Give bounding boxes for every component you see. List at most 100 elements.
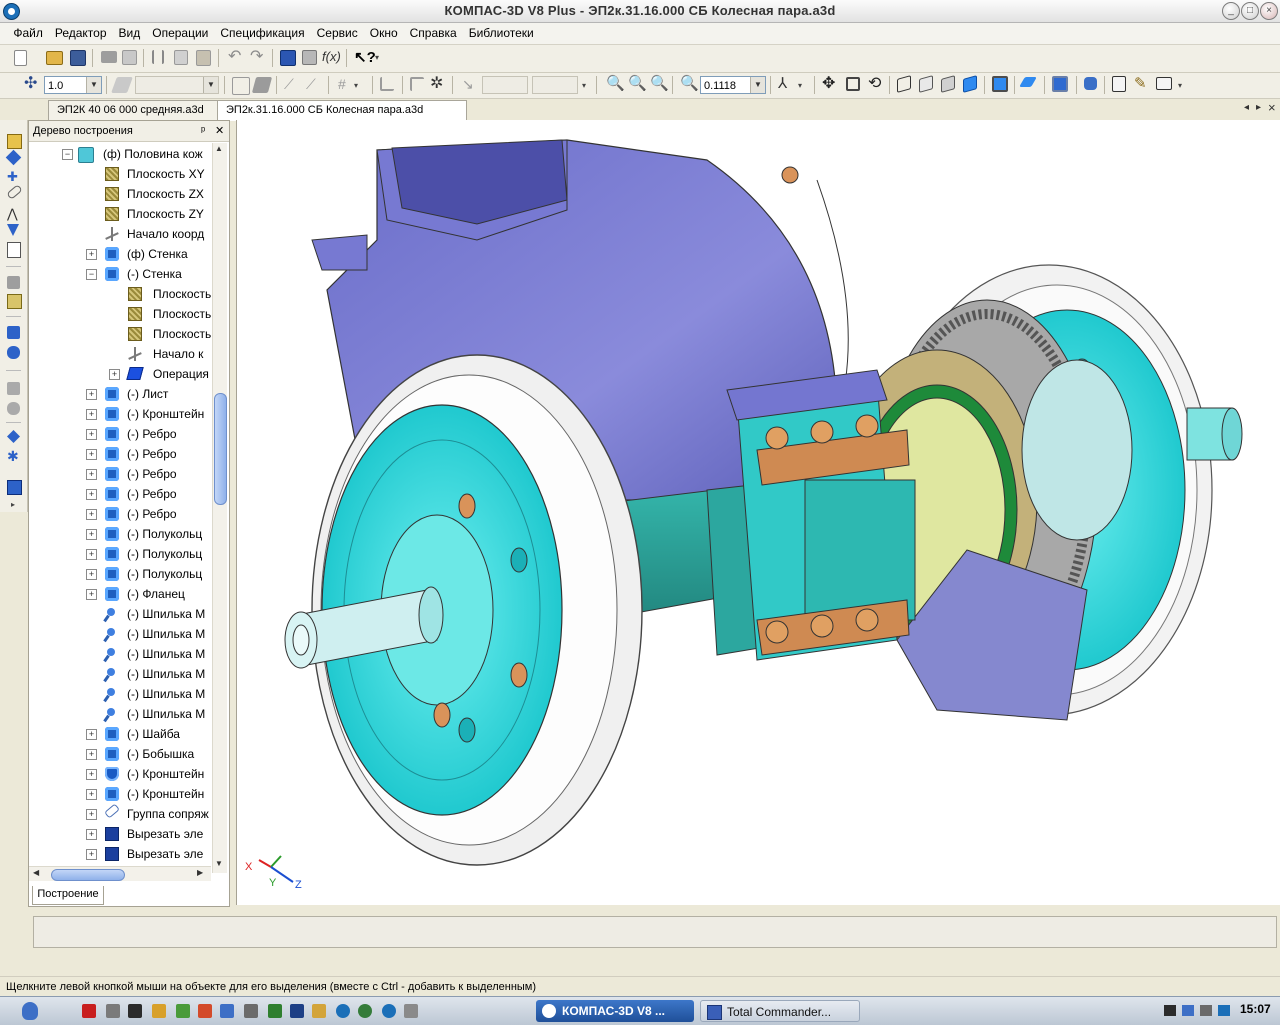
expand-icon[interactable]: + xyxy=(86,809,97,820)
chevron-down-icon[interactable]: ▾ xyxy=(354,81,361,97)
tree-item[interactable]: (-) Шпилька М xyxy=(29,664,212,684)
wheelset-model[interactable]: X Y Z xyxy=(237,120,1280,905)
tab-scroll-right-icon[interactable]: ▸ xyxy=(1256,102,1261,113)
expand-icon[interactable]: + xyxy=(86,849,97,860)
scroll-down-icon[interactable]: ▼ xyxy=(215,859,223,868)
tree-item[interactable]: + (-) Бобышка xyxy=(29,744,212,764)
chevron-down-icon[interactable]: ▼ xyxy=(86,77,101,93)
revolve-icon[interactable] xyxy=(7,346,20,359)
zoom-window-icon[interactable]: 🔍 xyxy=(606,76,625,92)
expand-icon[interactable]: + xyxy=(86,429,97,440)
layer-combo[interactable]: ▼ xyxy=(135,76,219,94)
edit-part-icon[interactable] xyxy=(7,134,22,149)
ortho-icon[interactable] xyxy=(410,77,424,91)
tree-item[interactable]: + (-) Кронштейн xyxy=(29,404,212,424)
expand-icon[interactable]: + xyxy=(86,249,97,260)
start-apple-icon[interactable] xyxy=(22,1002,38,1020)
show-all-icon[interactable] xyxy=(846,77,860,91)
tree-vertical-scrollbar[interactable]: ▲ ▼ xyxy=(212,143,227,873)
surface-icon[interactable] xyxy=(251,77,273,93)
expand-icon[interactable]: + xyxy=(86,549,97,560)
tree-item[interactable]: − (-) Стенка xyxy=(29,264,212,284)
paste-icon[interactable] xyxy=(196,50,211,66)
library-icon[interactable] xyxy=(7,480,22,495)
expand-icon[interactable]: + xyxy=(86,589,97,600)
chevron-down-icon[interactable]: ▼ xyxy=(750,77,765,93)
array-icon[interactable] xyxy=(7,382,20,395)
tree-item[interactable]: Начало коорд xyxy=(29,224,212,244)
extrude-icon[interactable] xyxy=(7,326,20,339)
save-icon[interactable] xyxy=(70,50,86,66)
sketch-icon[interactable]: ⋀ xyxy=(7,206,18,222)
fillet-icon[interactable] xyxy=(7,402,20,415)
tree-item[interactable]: + (-) Лист xyxy=(29,384,212,404)
coordinates-icon[interactable]: ↘ xyxy=(462,77,478,93)
zoom-combo[interactable]: 0.1118 ▼ xyxy=(700,76,766,94)
scroll-right-icon[interactable]: ▶ xyxy=(197,868,203,877)
toolbar-overflow-icon[interactable]: ▾ xyxy=(375,53,382,69)
redo-icon[interactable]: ↷ xyxy=(250,49,266,67)
pan-icon[interactable]: ✥ xyxy=(822,76,838,92)
expand-icon[interactable]: + xyxy=(86,569,97,580)
orientation-icon[interactable]: ⅄ xyxy=(778,76,794,92)
pencil-icon[interactable]: ✎ xyxy=(1134,76,1150,92)
tab-construction[interactable]: Построение xyxy=(32,886,104,905)
zoom-in-icon[interactable]: 🔍 xyxy=(628,76,647,92)
tree-item[interactable]: + (-) Ребро xyxy=(29,424,212,444)
tab-document-2[interactable]: ЭП2к.31.16.000 СБ Колесная пара.a3d xyxy=(217,100,467,121)
tree-item[interactable]: (-) Шпилька М xyxy=(29,604,212,624)
tray-network-icon[interactable] xyxy=(1182,1005,1194,1016)
step-cursor-icon[interactable]: ✣ xyxy=(24,76,40,93)
measure-icon[interactable] xyxy=(7,276,20,289)
collapse-icon[interactable]: − xyxy=(62,149,73,160)
tree-item[interactable]: + (-) Полукольц xyxy=(29,524,212,544)
perspective-icon[interactable] xyxy=(1019,77,1037,87)
spec-icon[interactable] xyxy=(1112,76,1126,92)
collapse-icon[interactable]: − xyxy=(86,269,97,280)
section-icon[interactable] xyxy=(1052,76,1068,92)
expand-icon[interactable]: + xyxy=(86,509,97,520)
properties-icon[interactable] xyxy=(302,50,317,65)
tree-item[interactable]: + (-) Кронштейн xyxy=(29,764,212,784)
tab-close-icon[interactable]: × xyxy=(1268,100,1276,115)
tree-item[interactable]: Плоскость ZX xyxy=(29,184,212,204)
surface-tools-icon[interactable] xyxy=(7,430,20,443)
quicklaunch-folder-icon[interactable] xyxy=(152,1004,166,1018)
rotate-icon[interactable]: ⟲ xyxy=(868,76,884,92)
3d-viewport[interactable]: X Y Z xyxy=(236,120,1280,905)
copy-icon[interactable] xyxy=(174,50,188,65)
coord-y-field[interactable] xyxy=(532,76,578,94)
tree-item[interactable]: Начало к xyxy=(29,344,212,364)
tree-item[interactable]: Плоскость xyxy=(29,304,212,324)
help-cursor-icon[interactable]: ↖? xyxy=(354,48,376,66)
mate-icon[interactable] xyxy=(6,184,23,200)
quicklaunch-app-icon[interactable] xyxy=(82,1004,96,1018)
thin-hidden-icon[interactable] xyxy=(941,75,955,93)
tree-item[interactable]: + (-) Ребро xyxy=(29,444,212,464)
tree-item[interactable]: − (ф) Половина кож xyxy=(29,144,212,164)
menu-view[interactable]: Вид xyxy=(113,23,147,40)
quicklaunch-tool9-icon[interactable] xyxy=(358,1004,372,1018)
tree-item[interactable]: (-) Шпилька М xyxy=(29,704,212,724)
toolbar-overflow-icon[interactable]: ▾ xyxy=(1178,81,1185,97)
tray-monitor-icon[interactable] xyxy=(1164,1005,1176,1016)
tree-item[interactable]: (-) Шпилька М xyxy=(29,684,212,704)
quicklaunch-kompas-icon[interactable] xyxy=(336,1004,350,1018)
expand-icon[interactable]: + xyxy=(86,749,97,760)
tray-app-icon[interactable] xyxy=(1218,1005,1230,1016)
tree-item[interactable]: + Операция xyxy=(29,364,212,384)
specification-panel-icon[interactable] xyxy=(7,242,21,258)
tree-item[interactable]: + Вырезать эле xyxy=(29,824,212,844)
preview-icon[interactable] xyxy=(122,50,137,65)
scroll-left-icon[interactable]: ◀ xyxy=(33,868,39,877)
snap-toggle-icon[interactable]: ✲ xyxy=(430,76,446,92)
quicklaunch-tool7-icon[interactable] xyxy=(290,1004,304,1018)
quicklaunch-tool3-icon[interactable] xyxy=(198,1004,212,1018)
add-component-icon[interactable] xyxy=(5,149,22,166)
tree-item[interactable]: + Группа сопряж xyxy=(29,803,212,824)
expand-icon[interactable]: + xyxy=(86,469,97,480)
tree-item[interactable]: Плоскость xyxy=(29,284,212,304)
expand-icon[interactable]: + xyxy=(86,449,97,460)
task-total-commander[interactable]: Total Commander... xyxy=(700,1000,860,1022)
hidden-lines-icon[interactable] xyxy=(919,75,933,93)
